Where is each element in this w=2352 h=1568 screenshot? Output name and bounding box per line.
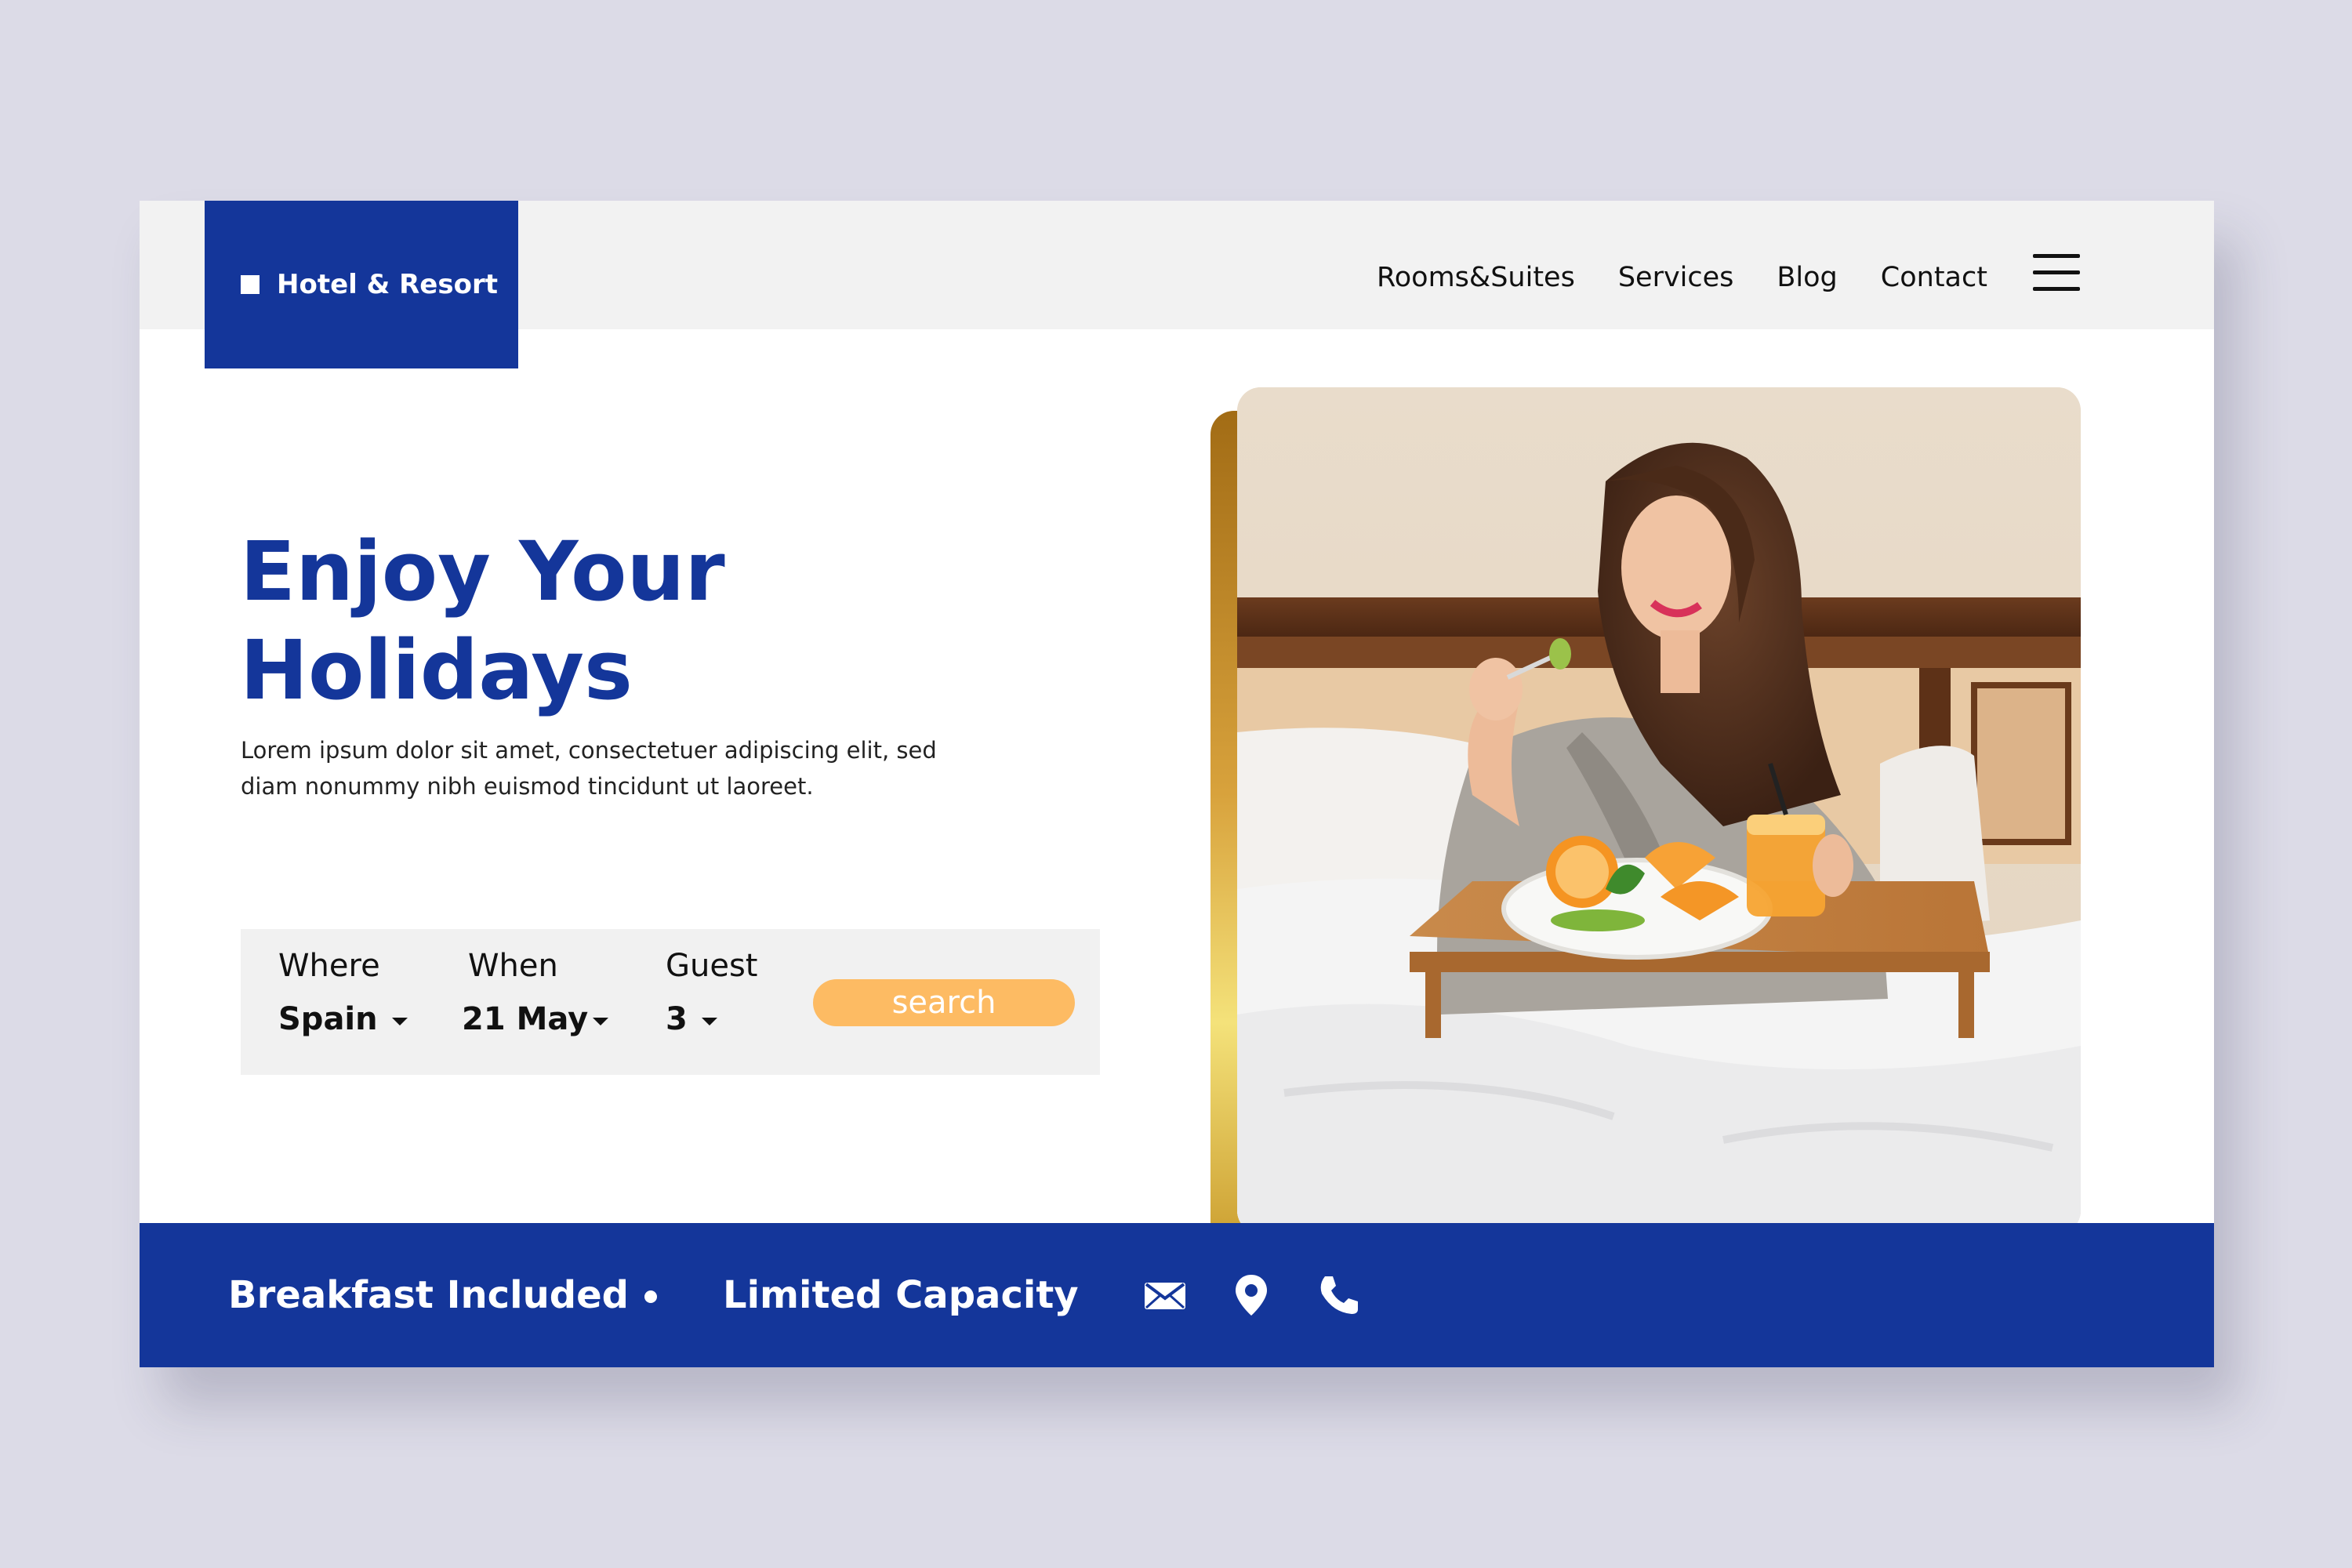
nav-item-rooms-suites[interactable]: Rooms&Suites — [1377, 262, 1575, 293]
hamburger-line — [2033, 270, 2080, 274]
feature-band: Breakfast Included Limited Capacity — [140, 1223, 2214, 1367]
phone-icon[interactable] — [1314, 1272, 1361, 1319]
chevron-down-icon — [593, 1018, 609, 1025]
mail-icon[interactable] — [1142, 1272, 1189, 1319]
logo[interactable]: Hotel & Resort — [205, 201, 518, 368]
logo-square-icon — [241, 275, 260, 294]
main-nav: Rooms&Suites Services Blog Contact — [1377, 260, 1987, 295]
hamburger-line — [2033, 254, 2080, 258]
search-button[interactable]: search — [813, 979, 1075, 1026]
where-field[interactable]: Where Spain — [278, 948, 408, 1037]
when-label: When — [468, 948, 558, 984]
hero-title: Enjoy Your Holidays — [240, 522, 867, 720]
booking-search-bar: Where Spain When 21 May Guest 3 search — [241, 929, 1100, 1075]
hero-description-line2: diam nonummy nibh euismod tincidunt ut l… — [241, 773, 814, 800]
where-value: Spain — [278, 1001, 378, 1037]
guest-label: Guest — [666, 948, 758, 984]
location-pin-icon[interactable] — [1228, 1272, 1275, 1319]
hero-photo — [1237, 387, 2081, 1234]
feature-limited-capacity: Limited Capacity — [723, 1273, 1079, 1317]
logo-text: Hotel & Resort — [277, 269, 498, 300]
nav-item-services[interactable]: Services — [1618, 262, 1734, 293]
bullet-separator — [644, 1290, 657, 1303]
chevron-down-icon — [701, 1018, 717, 1025]
guest-select[interactable]: 3 — [666, 1001, 757, 1037]
where-label: Where — [278, 948, 380, 984]
landing-page-card: Hotel & Resort Rooms&Suites Services Blo… — [140, 201, 2214, 1367]
hero-description: Lorem ipsum dolor sit amet, consectetuer… — [241, 732, 1025, 804]
hero-description-line1: Lorem ipsum dolor sit amet, consectetuer… — [241, 737, 937, 764]
hero-title-line1: Enjoy Your — [240, 524, 725, 619]
guest-value: 3 — [666, 1001, 688, 1037]
when-select[interactable]: 21 May — [462, 1001, 609, 1037]
nav-item-blog[interactable]: Blog — [1777, 262, 1837, 293]
where-select[interactable]: Spain — [278, 1001, 408, 1037]
feature-breakfast-included: Breakfast Included — [228, 1273, 630, 1317]
hamburger-line — [2033, 287, 2080, 291]
nav-item-contact[interactable]: Contact — [1881, 262, 1987, 293]
when-value: 21 May — [462, 1001, 589, 1037]
chevron-down-icon — [391, 1018, 408, 1025]
hero-photo-illustration — [1237, 387, 2081, 1234]
hero-title-line2: Holidays — [240, 622, 633, 718]
when-field[interactable]: When 21 May — [462, 948, 609, 1037]
hamburger-icon[interactable] — [2033, 254, 2080, 292]
guest-field[interactable]: Guest 3 — [666, 948, 757, 1037]
